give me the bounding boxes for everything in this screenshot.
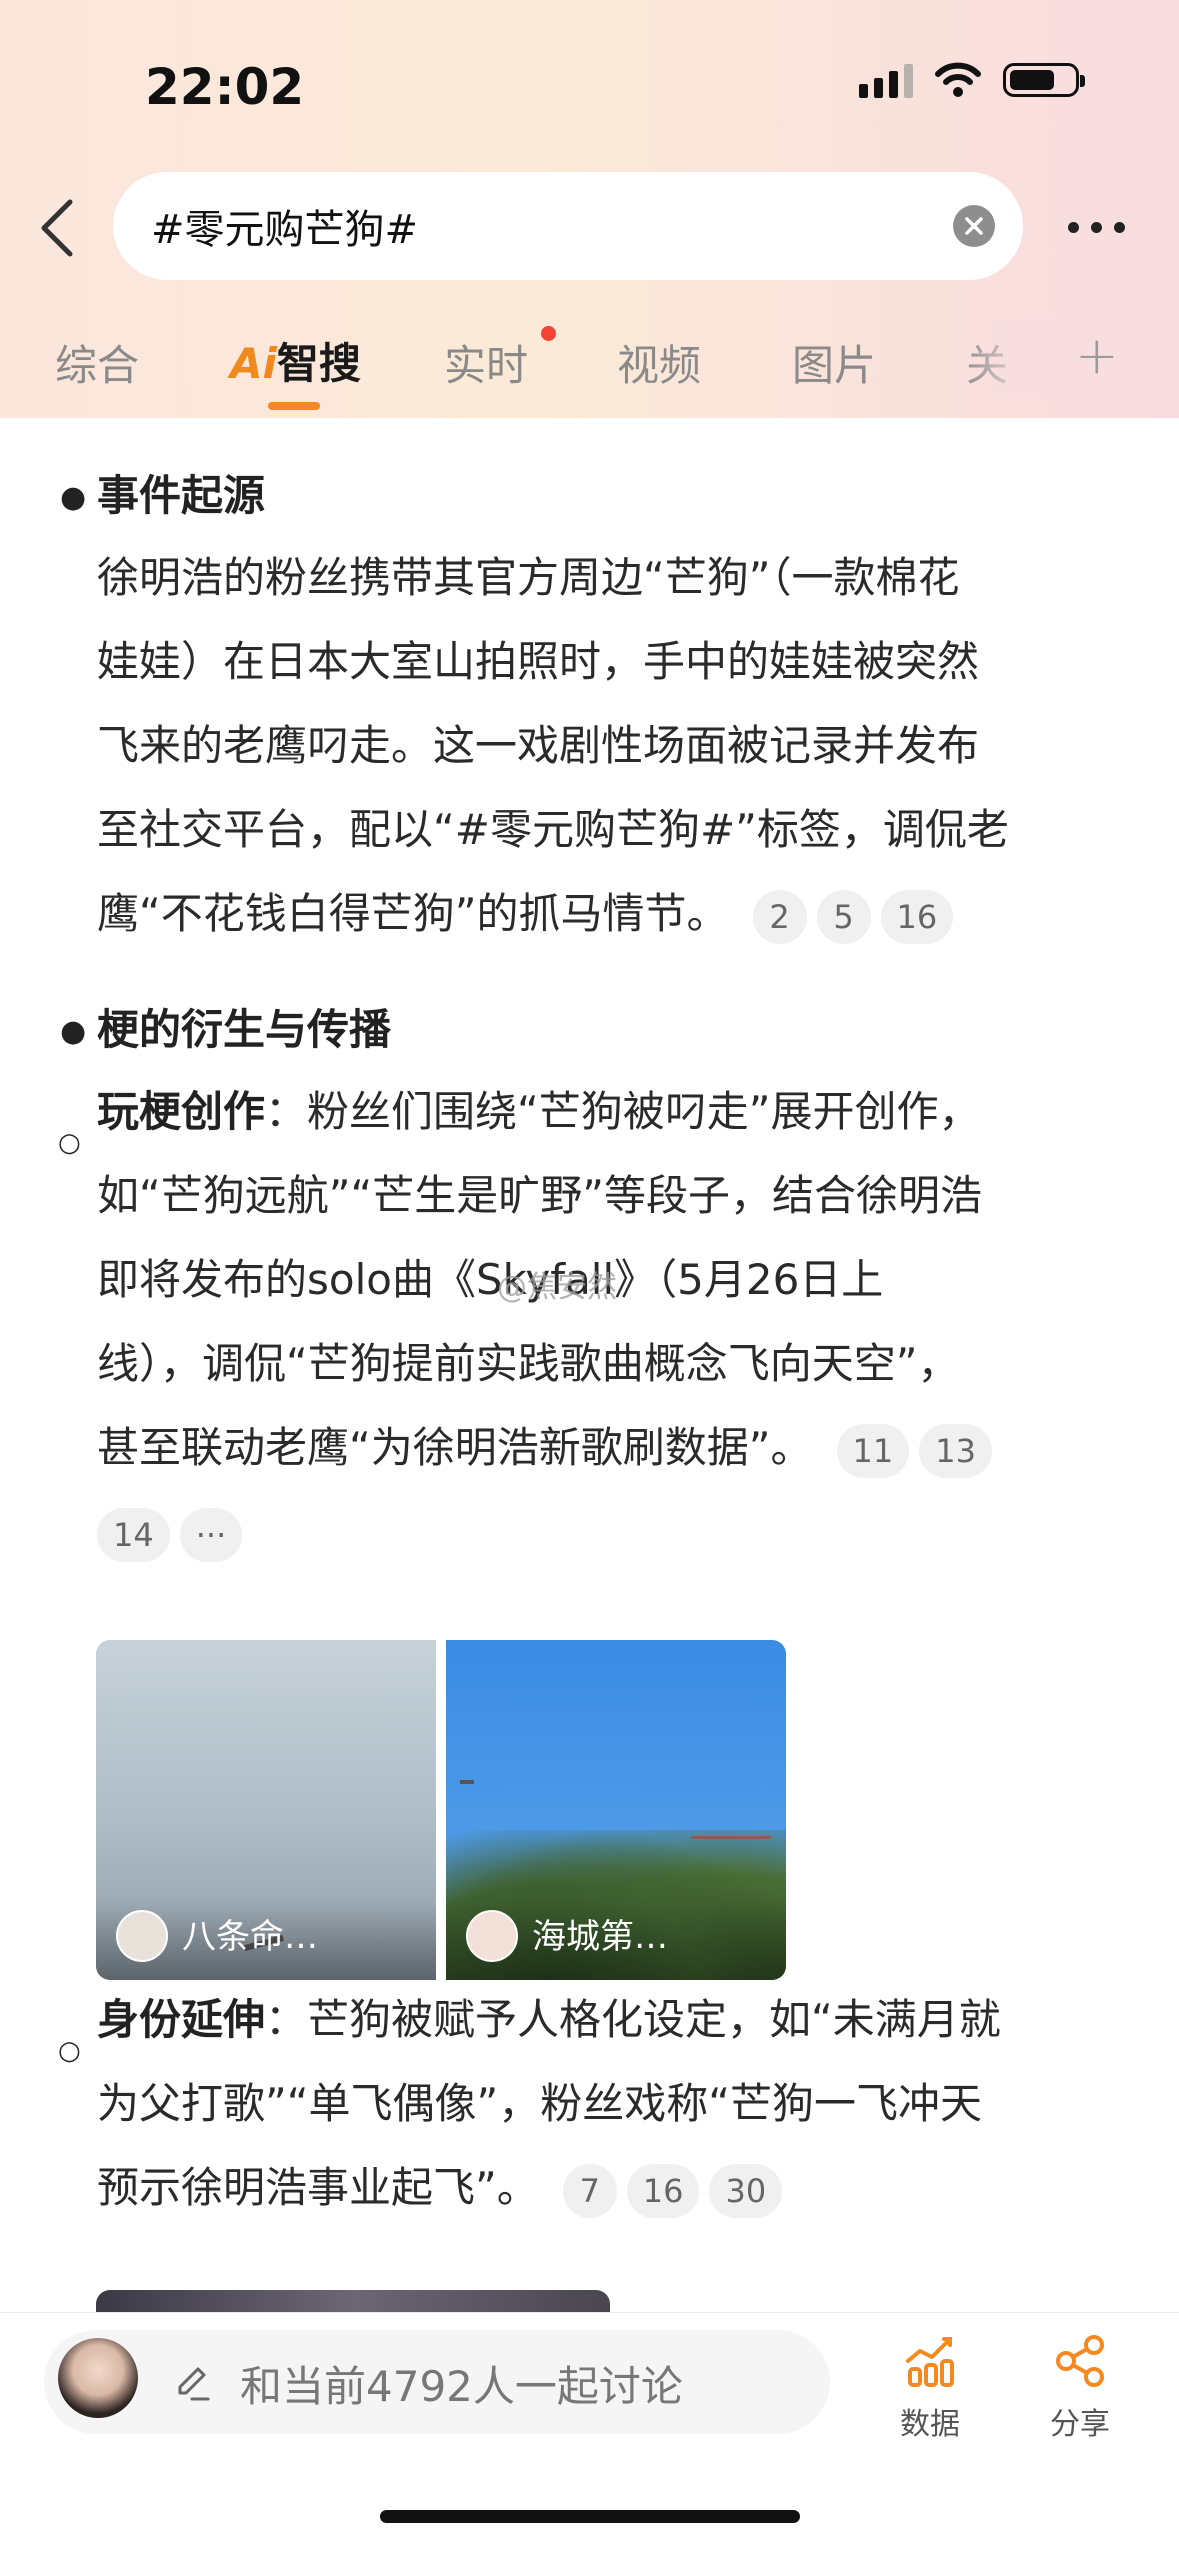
home-indicator[interactable] bbox=[380, 2510, 800, 2523]
reference-chip[interactable]: 16 bbox=[626, 2163, 700, 2218]
reference-chip[interactable]: 14 bbox=[97, 1507, 170, 1562]
bullet-dot: ● bbox=[60, 480, 87, 515]
sub-paragraph: 玩梗创作：粉丝们围绕“芒狗被叼走”展开创作， 如“芒狗远航”“芒生是旷野”等段子… bbox=[97, 1070, 1127, 1574]
status-time: 22:02 bbox=[145, 58, 305, 116]
reference-chip[interactable]: 16 bbox=[880, 889, 954, 944]
battery-icon bbox=[1003, 63, 1085, 97]
text-line: 甚至联动老鹰“为徐明浩新歌刷数据”。 11 13 bbox=[97, 1406, 1127, 1490]
bird-silhouette bbox=[460, 1780, 474, 1784]
notification-dot bbox=[541, 326, 556, 341]
bullet-circle: ○ bbox=[58, 1128, 81, 1158]
back-icon[interactable] bbox=[34, 198, 84, 258]
share-icon bbox=[1056, 2335, 1104, 2387]
text-line: 身份延伸：芒狗被赋予人格化设定，如“未满月就 bbox=[97, 1978, 1127, 2062]
image-thumbnail[interactable]: 海城第… bbox=[446, 1640, 786, 1980]
text-line: 如“芒狗远航”“芒生是旷野”等段子，结合徐明浩 bbox=[97, 1171, 983, 1220]
reference-chip[interactable]: 30 bbox=[709, 2163, 783, 2218]
data-label: 数据 bbox=[900, 2407, 960, 2442]
data-button[interactable]: 数据 bbox=[880, 2333, 980, 2443]
signal-icon bbox=[859, 62, 913, 98]
tab-comprehensive[interactable]: 综合 bbox=[55, 332, 139, 393]
search-query: #零元购芒狗# bbox=[151, 207, 419, 253]
section-heading: 梗的衍生与传播 bbox=[97, 1005, 392, 1054]
reference-chip[interactable]: 5 bbox=[816, 889, 871, 944]
reference-chip[interactable]: 11 bbox=[836, 1423, 910, 1478]
avatar bbox=[466, 1910, 518, 1962]
section-heading: 事件起源 bbox=[97, 471, 266, 520]
active-tab-indicator bbox=[268, 402, 320, 410]
avatar[interactable] bbox=[58, 2338, 138, 2418]
ai-logo: Ai bbox=[230, 339, 277, 388]
text-line: 徐明浩的粉丝携带其官方周边“芒狗”（一款棉花 bbox=[97, 553, 960, 602]
header: 22:02 #零元购芒狗# 综合 Ai智搜 实时 视频 图片 关 + bbox=[0, 0, 1179, 418]
thumbnail-label: 八条命… bbox=[182, 1917, 318, 1957]
tab-ai-search-label: 智搜 bbox=[276, 339, 361, 388]
clear-icon[interactable] bbox=[953, 205, 995, 247]
tab-bar: 综合 Ai智搜 实时 视频 图片 关 + bbox=[0, 318, 1179, 410]
image-thumbnail[interactable]: 八条命… bbox=[96, 1640, 436, 1980]
tab-fade bbox=[960, 318, 1060, 398]
share-button[interactable]: 分享 bbox=[1030, 2333, 1130, 2443]
reference-chip[interactable]: 2 bbox=[752, 889, 807, 944]
sub-paragraph: 身份延伸：芒狗被赋予人格化设定，如“未满月就 为父打歌”“单飞偶像”，粉丝戏称“… bbox=[97, 1978, 1127, 2230]
pen-icon bbox=[178, 2367, 210, 2401]
text-line: 至社交平台，配以“#零元购芒狗#”标签，调侃老 bbox=[97, 805, 1009, 854]
image-gallery: 八条命… 海城第… bbox=[96, 1640, 786, 1980]
search-input[interactable]: #零元购芒狗# bbox=[113, 172, 1023, 280]
tab-realtime[interactable]: 实时 bbox=[444, 332, 528, 393]
chart-icon bbox=[906, 2337, 954, 2387]
text-line: 线），调侃“芒狗提前实践歌曲概念飞向天空”， bbox=[97, 1339, 960, 1388]
share-label: 分享 bbox=[1050, 2407, 1110, 2442]
text-line: 玩梗创作：粉丝们围绕“芒狗被叼走”展开创作， bbox=[97, 1070, 1127, 1154]
text-line: 预示徐明浩事业起飞”。 7 16 30 bbox=[97, 2146, 1127, 2230]
text-span: 粉丝们围绕“芒狗被叼走”展开创作， bbox=[307, 1087, 981, 1136]
reference-chip[interactable]: 13 bbox=[919, 1423, 992, 1478]
section-paragraph: 徐明浩的粉丝携带其官方周边“芒狗”（一款棉花 娃娃）在日本大室山拍照时，手中的娃… bbox=[97, 536, 1127, 956]
more-references-chip[interactable]: ··· bbox=[179, 1507, 243, 1562]
status-icons bbox=[859, 62, 1085, 98]
tab-images[interactable]: 图片 bbox=[792, 332, 876, 393]
text-span: 预示徐明浩事业起飞”。 bbox=[97, 2163, 539, 2212]
text-span: ： bbox=[265, 1087, 308, 1136]
text-line: 为父打歌”“单飞偶像”，粉丝戏称“芒狗一飞冲天 bbox=[97, 2079, 983, 2128]
bullet-circle: ○ bbox=[58, 2036, 81, 2066]
tab-video[interactable]: 视频 bbox=[617, 332, 701, 393]
text-line: 飞来的老鹰叼走。这一戏剧性场面被记录并发布 bbox=[97, 721, 980, 770]
text-span: 鹰“不花钱白得芒狗”的抓马情节。 bbox=[97, 889, 729, 938]
comment-placeholder: 和当前4792人一起讨论 bbox=[240, 2362, 683, 2411]
more-icon[interactable] bbox=[1068, 222, 1125, 233]
text-line: 14 ··· bbox=[97, 1490, 1127, 1574]
text-line: 娃娃）在日本大室山拍照时，手中的娃娃被突然 bbox=[97, 637, 980, 686]
add-tab-icon[interactable]: + bbox=[1075, 326, 1119, 386]
text-span: 芒狗被赋予人格化设定，如“未满月就 bbox=[307, 1995, 1001, 2044]
watermark: @焦安然 bbox=[497, 1270, 617, 1305]
sub-label: 身份延伸 bbox=[97, 1995, 266, 2044]
avatar bbox=[116, 1910, 168, 1962]
thumbnail-label: 海城第… bbox=[532, 1917, 668, 1957]
sub-label: 玩梗创作 bbox=[97, 1087, 266, 1136]
reference-chip[interactable]: 7 bbox=[562, 2163, 617, 2218]
wifi-icon bbox=[935, 62, 981, 97]
text-span: ： bbox=[265, 1995, 308, 2044]
tab-ai-search[interactable]: Ai智搜 bbox=[230, 330, 361, 391]
text-span: 甚至联动老鹰“为徐明浩新歌刷数据”。 bbox=[97, 1423, 813, 1472]
text-line: 鹰“不花钱白得芒狗”的抓马情节。 2 5 16 bbox=[97, 872, 1127, 956]
bullet-dot: ● bbox=[60, 1014, 87, 1049]
